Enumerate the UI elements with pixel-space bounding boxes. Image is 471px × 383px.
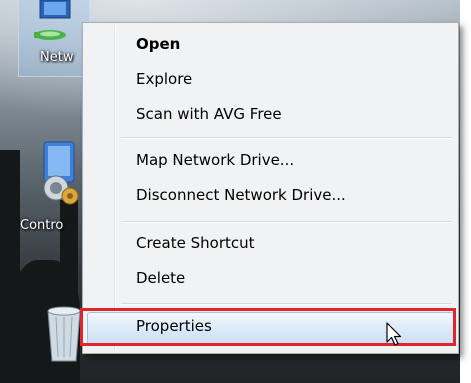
menu-item-delete[interactable]: Delete (136, 269, 185, 287)
control-panel-icon-label: Contro (20, 218, 64, 233)
mouse-cursor-icon (386, 322, 402, 352)
context-menu: Open Explore Scan with AVG Free Map Netw… (82, 22, 459, 354)
menu-separator (121, 137, 452, 139)
menu-separator (121, 221, 452, 223)
menu-item-map-network-drive[interactable]: Map Network Drive... (136, 151, 294, 169)
menu-item-explore[interactable]: Explore (136, 70, 192, 88)
menu-item-create-shortcut[interactable]: Create Shortcut (136, 234, 255, 252)
recycle-bin-icon[interactable] (44, 305, 84, 365)
menu-gutter (114, 25, 116, 351)
menu-item-scan-avg[interactable]: Scan with AVG Free (136, 105, 282, 123)
menu-item-disconnect-network-drive[interactable]: Disconnect Network Drive... (136, 186, 346, 204)
control-panel-icon[interactable] (36, 140, 86, 210)
menu-item-open[interactable]: Open (136, 35, 180, 53)
network-icon-label: Netw (40, 50, 74, 65)
menu-separator (121, 303, 452, 305)
network-icon[interactable] (30, 0, 80, 50)
